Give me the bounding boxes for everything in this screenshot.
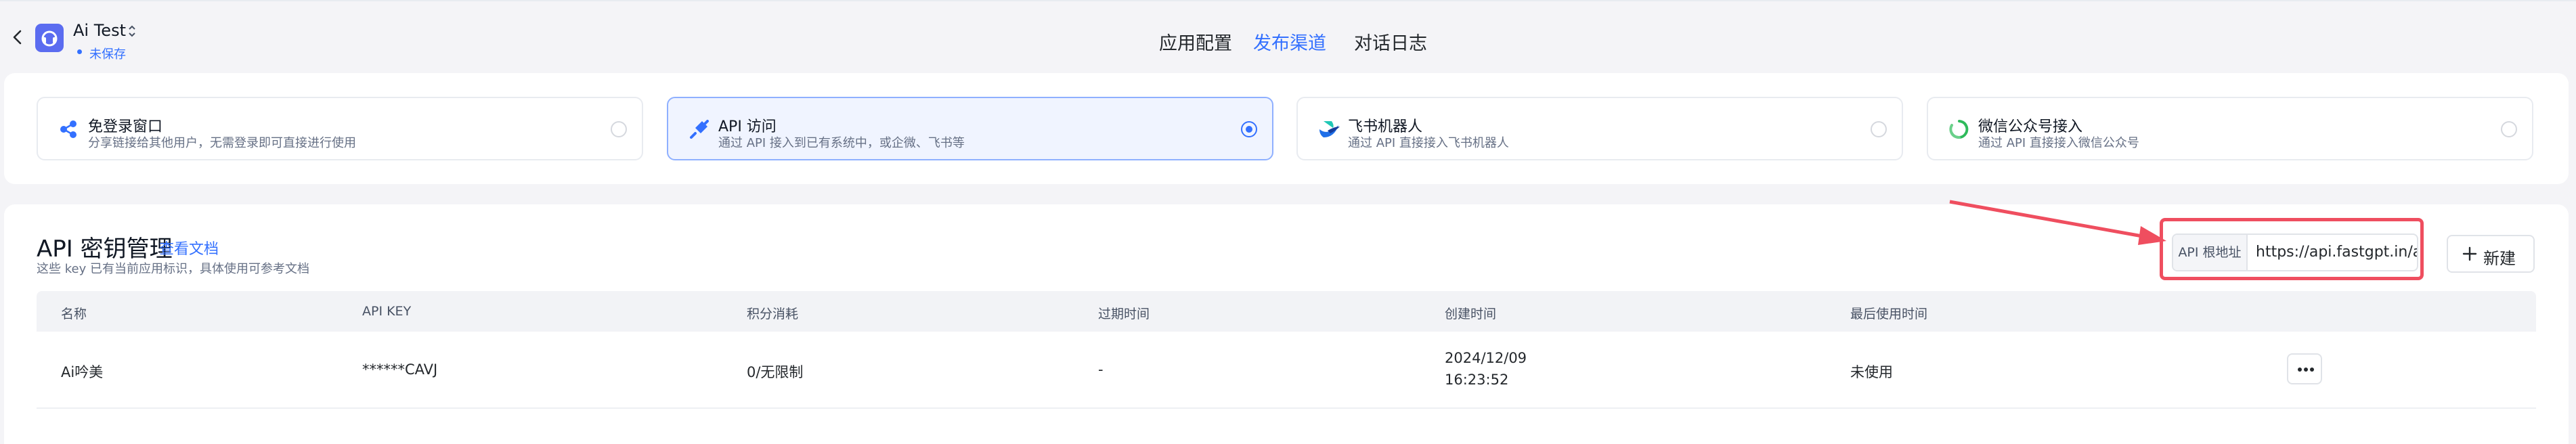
feishu-icon	[1319, 121, 1340, 137]
cell-created-date: 2024/12/09	[1445, 350, 1527, 366]
channel-radio[interactable]	[2501, 121, 2517, 137]
api-key-subtitle: 这些 key 已有当前应用标识，具体使用可参考文档	[37, 262, 309, 276]
channel-feishu-bot[interactable]: 飞书机器人 通过 API 直接接入飞书机器人	[1296, 97, 1903, 160]
more-dots-icon	[2298, 368, 2314, 372]
share-icon	[60, 120, 77, 138]
app-name[interactable]: Ai Test	[73, 21, 126, 40]
api-key-table-header	[37, 291, 2536, 332]
channel-radio[interactable]	[611, 121, 627, 137]
api-base-url-value[interactable]: https://api.fastgpt.in/api	[2256, 235, 2417, 270]
cell-expire: -	[1098, 361, 1104, 378]
channel-desc: 通过 API 直接接入微信公众号	[1978, 136, 2139, 150]
column-header-last-used: 最后使用时间	[1850, 307, 1928, 321]
top-bar: Ai Test 未保存 应用配置 发布渠道 对话日志	[0, 0, 2576, 74]
channel-desc: 通过 API 接入到已有系统中，或企微、飞书等	[718, 136, 965, 150]
api-base-url-field[interactable]: API 根地址 https://api.fastgpt.in/api	[2172, 234, 2418, 271]
api-base-url-label: API 根地址	[2173, 235, 2248, 270]
cell-last-used: 未使用	[1850, 364, 1893, 380]
channel-radio[interactable]	[1871, 121, 1887, 137]
cell-created-time: 16:23:52	[1445, 372, 1509, 388]
column-header-name: 名称	[61, 307, 87, 321]
channel-desc: 通过 API 直接接入飞书机器人	[1348, 136, 1509, 150]
tab-app-config[interactable]: 应用配置	[1159, 28, 1232, 55]
column-header-api-key: API KEY	[362, 304, 412, 319]
annotation-arrow	[1949, 200, 2166, 245]
app-logo-icon	[41, 30, 58, 47]
channel-api-access[interactable]: API 访问 通过 API 接入到已有系统中，或企微、飞书等	[667, 97, 1273, 160]
cell-api-key: ******CAVJ	[362, 361, 438, 378]
tab-publish-channel[interactable]: 发布渠道	[1253, 28, 1326, 55]
row-more-button[interactable]	[2287, 353, 2322, 384]
app-avatar	[35, 24, 64, 52]
channel-desc: 分享链接给其他用户，无需登录即可直接进行使用	[88, 136, 356, 150]
new-api-key-button[interactable]: 新建	[2447, 235, 2535, 273]
new-button-label: 新建	[2483, 249, 2516, 268]
channel-wechat-official[interactable]: 微信公众号接入 通过 API 直接接入微信公众号	[1927, 97, 2533, 160]
switch-app-icon[interactable]	[127, 23, 137, 39]
plus-icon	[2462, 246, 2477, 261]
view-docs-link[interactable]: 查看文档	[159, 237, 219, 259]
app-save-status: 未保存	[89, 47, 126, 62]
column-header-created: 创建时间	[1445, 307, 1497, 321]
column-header-usage: 积分消耗	[747, 307, 799, 321]
cell-usage: 0/无限制	[747, 364, 804, 380]
back-arrow-icon[interactable]	[9, 28, 27, 46]
channel-radio-selected[interactable]	[1241, 121, 1257, 137]
api-key-title: API 密钥管理	[37, 236, 173, 263]
api-icon	[690, 120, 709, 139]
column-header-expire: 过期时间	[1098, 307, 1150, 321]
unsaved-dot	[77, 49, 82, 54]
wechat-official-icon	[1949, 120, 1969, 139]
tab-chat-logs[interactable]: 对话日志	[1354, 28, 1427, 55]
channel-share-window[interactable]: 免登录窗口 分享链接给其他用户，无需登录即可直接进行使用	[37, 97, 643, 160]
cell-name: Ai吟美	[61, 364, 104, 380]
